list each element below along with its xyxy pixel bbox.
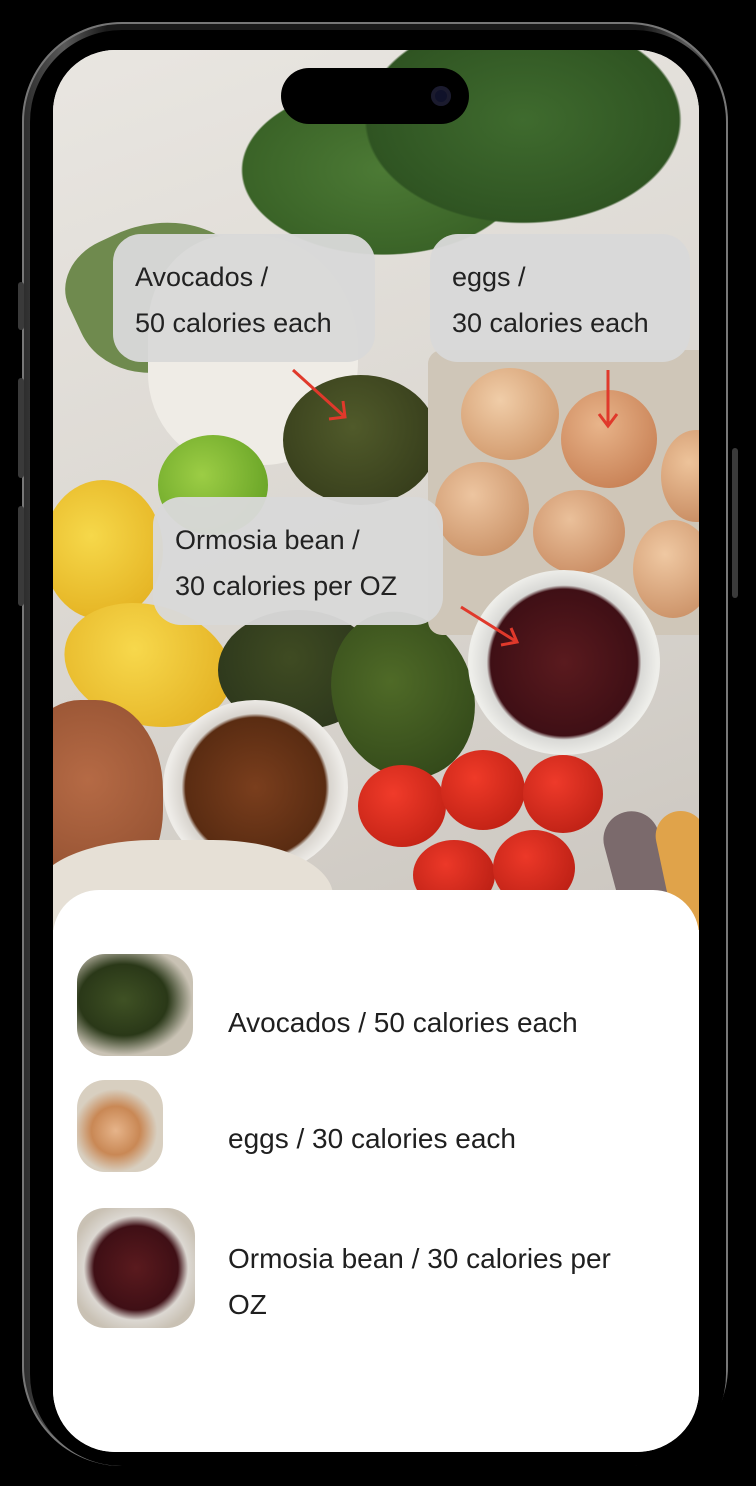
arrow-bean-icon — [460, 605, 520, 647]
action-button — [18, 282, 24, 330]
arrow-avocado-icon — [291, 368, 347, 421]
food-photo — [53, 50, 699, 930]
callout-avocados: Avocados / 50 calories each — [113, 234, 375, 362]
camera-icon — [431, 86, 451, 106]
list-item-label: eggs / 30 calories each — [228, 1123, 516, 1154]
arrow-eggs-icon — [597, 370, 619, 429]
callout-avocados-line2: 50 calories each — [135, 308, 332, 338]
avocado-thumbnail — [77, 954, 193, 1056]
callout-ormosia-bean: Ormosia bean / 30 calories per OZ — [153, 497, 443, 625]
results-sheet: Avocados / 50 calories each eggs / 30 ca… — [53, 890, 699, 1452]
power-button — [732, 448, 738, 598]
list-item[interactable]: eggs / 30 calories each — [53, 1080, 699, 1172]
dynamic-island — [281, 68, 469, 124]
callout-eggs-line2: 30 calories each — [452, 308, 649, 338]
bean-thumbnail — [77, 1208, 195, 1328]
phone-screen: Avocados / 50 calories each eggs / 30 ca… — [53, 50, 699, 1452]
callout-eggs: eggs / 30 calories each — [430, 234, 690, 362]
volume-down-button — [18, 506, 24, 606]
callout-ormosia-line2: 30 calories per OZ — [175, 571, 398, 601]
eggs-thumbnail — [77, 1080, 163, 1172]
list-item[interactable]: Avocados / 50 calories each — [53, 954, 699, 1058]
callout-eggs-line1: eggs / — [452, 262, 526, 292]
list-item-label: Ormosia bean / 30 calories per OZ — [228, 1243, 611, 1320]
list-item-label: Avocados / 50 calories each — [228, 1007, 578, 1038]
callout-avocados-line1: Avocados / — [135, 262, 269, 292]
volume-up-button — [18, 378, 24, 478]
callout-ormosia-line1: Ormosia bean / — [175, 525, 360, 555]
list-item[interactable]: Ormosia bean / 30 calories per OZ — [53, 1208, 699, 1328]
